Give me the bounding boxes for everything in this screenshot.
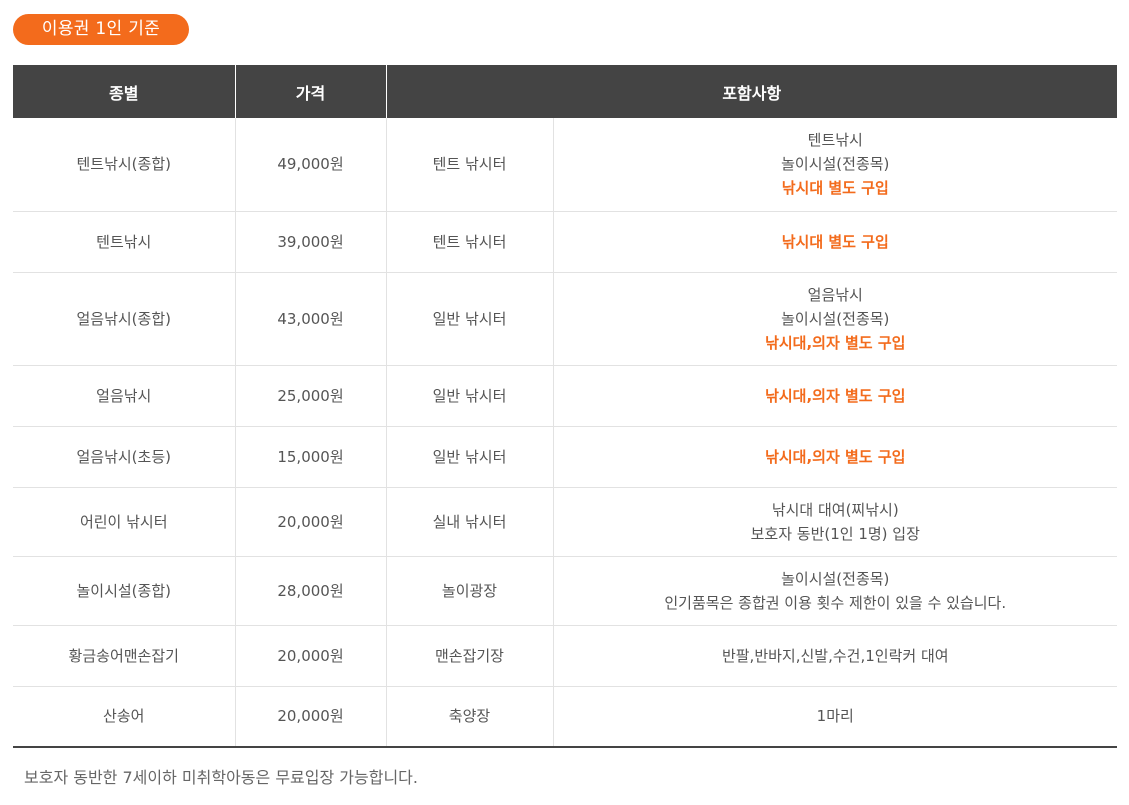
includes-notice: 낚시대,의자 별도 구입 xyxy=(765,386,906,405)
includes-notice: 낚시대 별도 구입 xyxy=(781,232,889,251)
cell-type: 텐트낚시 xyxy=(13,210,235,272)
cell-place: 놀이광장 xyxy=(385,555,553,625)
cell-price: 49,000원 xyxy=(234,118,386,211)
cell-type: 황금송어맨손잡기 xyxy=(13,624,235,686)
cell-includes: 낚시대,의자 별도 구입 xyxy=(552,425,1118,487)
cell-includes: 놀이시설(전종목) 인기품목은 종합권 이용 횟수 제한이 있을 수 있습니다. xyxy=(552,555,1118,625)
cell-place: 맨손잡기장 xyxy=(385,624,553,686)
cell-type: 텐트낚시(종합) xyxy=(76,155,171,174)
cell-price: 39,000원 xyxy=(234,210,386,272)
includes-notice: 낚시대,의자 별도 구입 xyxy=(765,447,906,466)
column-header-price: 가격 xyxy=(234,65,386,118)
includes-item: 얼음낚시 xyxy=(807,285,863,304)
cell-type: 얼음낚시(초등) xyxy=(13,425,235,487)
footnote: 보호자 동반한 7세이하 미취학아동은 무료입장 가능합니다. xyxy=(24,768,418,787)
table-row: 산송어 20,000원 축양장 1마리 xyxy=(13,685,1118,748)
includes-item: 놀이시설(전종목) xyxy=(781,569,890,588)
cell-price: 28,000원 xyxy=(234,555,386,625)
table-row: 텐트낚시 39,000원 텐트 낚시터 낚시대 별도 구입 xyxy=(13,210,1118,272)
cell-type: 얼음낚시(종합) xyxy=(13,271,235,365)
includes-item: 텐트낚시 xyxy=(807,131,863,150)
cell-place: 일반 낚시터 xyxy=(385,364,553,426)
cell-place: 일반 낚시터 xyxy=(385,425,553,487)
price-table: 종별 가격 포함사항 텐트낚시(종합) 49,000원 텐트 낚시터 텐트낚시 놀이시설… xyxy=(13,65,1118,748)
includes-item: 인기품목은 종합권 이용 횟수 제한이 있을 수 있습니다. xyxy=(664,593,1007,612)
cell-price: 20,000원 xyxy=(234,624,386,686)
includes-notice: 낚시대,의자 별도 구입 xyxy=(765,333,906,352)
cell-includes: 1마리 xyxy=(552,685,1118,748)
cell-includes: 낚시대 별도 구입 xyxy=(552,210,1118,272)
cell-place: 일반 낚시터 xyxy=(385,271,553,365)
cell-price: 43,000원 xyxy=(234,271,386,365)
cell-place: 텐트 낚시터 xyxy=(385,210,553,272)
cell-includes: 텐트낚시놀이시설(전종목) 낚시대 별도 구입 xyxy=(552,118,1118,211)
cell-type: 얼음낚시 xyxy=(13,364,235,426)
cell-includes: 얼음낚시놀이시설(전종목) 낚시대,의자 별도 구입 xyxy=(552,271,1118,365)
table-row: 놀이시설(종합) 28,000원 놀이광장 놀이시설(전종목) 인기품목은 종합권 이용… xyxy=(13,555,1118,625)
table-row: 얼음낚시(초등) 15,000원 일반 낚시터 낚시대,의자 별도 구입 xyxy=(13,425,1118,487)
table-row: 얼음낚시 25,000원 일반 낚시터 낚시대,의자 별도 구입 xyxy=(13,364,1118,426)
cell-place: 텐트 낚시터 xyxy=(385,118,553,211)
table-row: 황금송어맨손잡기 20,000원 맨손잡기장 반팔,반바지,신발,수건,1인락커 대여 xyxy=(13,624,1118,686)
cell-type: 놀이시설(종합) xyxy=(13,555,235,625)
includes-item: 놀이시설(전종목) xyxy=(781,155,890,174)
pricing-basis-badge: 이용권 1인 기준 xyxy=(13,14,189,45)
table-row: 어린이 낚시터 20,000원 실내 낚시터 낚시대 대여(찌낚시) 보호자 동반(1인… xyxy=(13,486,1118,556)
cell-type: 산송어 xyxy=(13,685,235,748)
cell-place: 축양장 xyxy=(385,685,553,748)
includes-item: 놀이시설(전종목) xyxy=(781,309,890,328)
includes-item: 1마리 xyxy=(816,707,854,726)
cell-place: 실내 낚시터 xyxy=(385,486,553,556)
table-header-row: 종별 가격 포함사항 xyxy=(13,65,1118,118)
cell-price: 15,000원 xyxy=(234,425,386,487)
cell-price: 25,000원 xyxy=(234,364,386,426)
column-header-type: 종별 xyxy=(13,65,235,118)
table-row: 얼음낚시(종합) 43,000원 일반 낚시터 얼음낚시놀이시설(전종목) 낚시대,의자… xyxy=(13,271,1118,365)
table-row: 텐트낚시(종합) 49,000원 텐트 낚시터 텐트낚시놀이시설(전종목) 낚시대 별도… xyxy=(13,118,1118,211)
cell-includes: 낚시대 대여(찌낚시) 보호자 동반(1인 1명) 입장 xyxy=(552,486,1118,556)
cell-includes: 반팔,반바지,신발,수건,1인락커 대여 xyxy=(552,624,1118,686)
column-header-includes: 포함사항 xyxy=(385,65,1118,118)
table-body: 텐트낚시(종합) 49,000원 텐트 낚시터 텐트낚시 놀이시설(전종목) 낚시대 별도… xyxy=(13,118,1118,748)
cell-type: 어린이 낚시터 xyxy=(13,486,235,556)
cell-price: 20,000원 xyxy=(234,685,386,748)
includes-item: 낚시대 대여(찌낚시) xyxy=(771,500,899,519)
includes-notice: 낚시대 별도 구입 xyxy=(781,179,889,198)
cell-includes: 낚시대,의자 별도 구입 xyxy=(552,364,1118,426)
cell-price: 20,000원 xyxy=(234,486,386,556)
includes-item: 반팔,반바지,신발,수건,1인락커 대여 xyxy=(721,646,949,665)
includes-item: 보호자 동반(1인 1명) 입장 xyxy=(750,524,920,543)
